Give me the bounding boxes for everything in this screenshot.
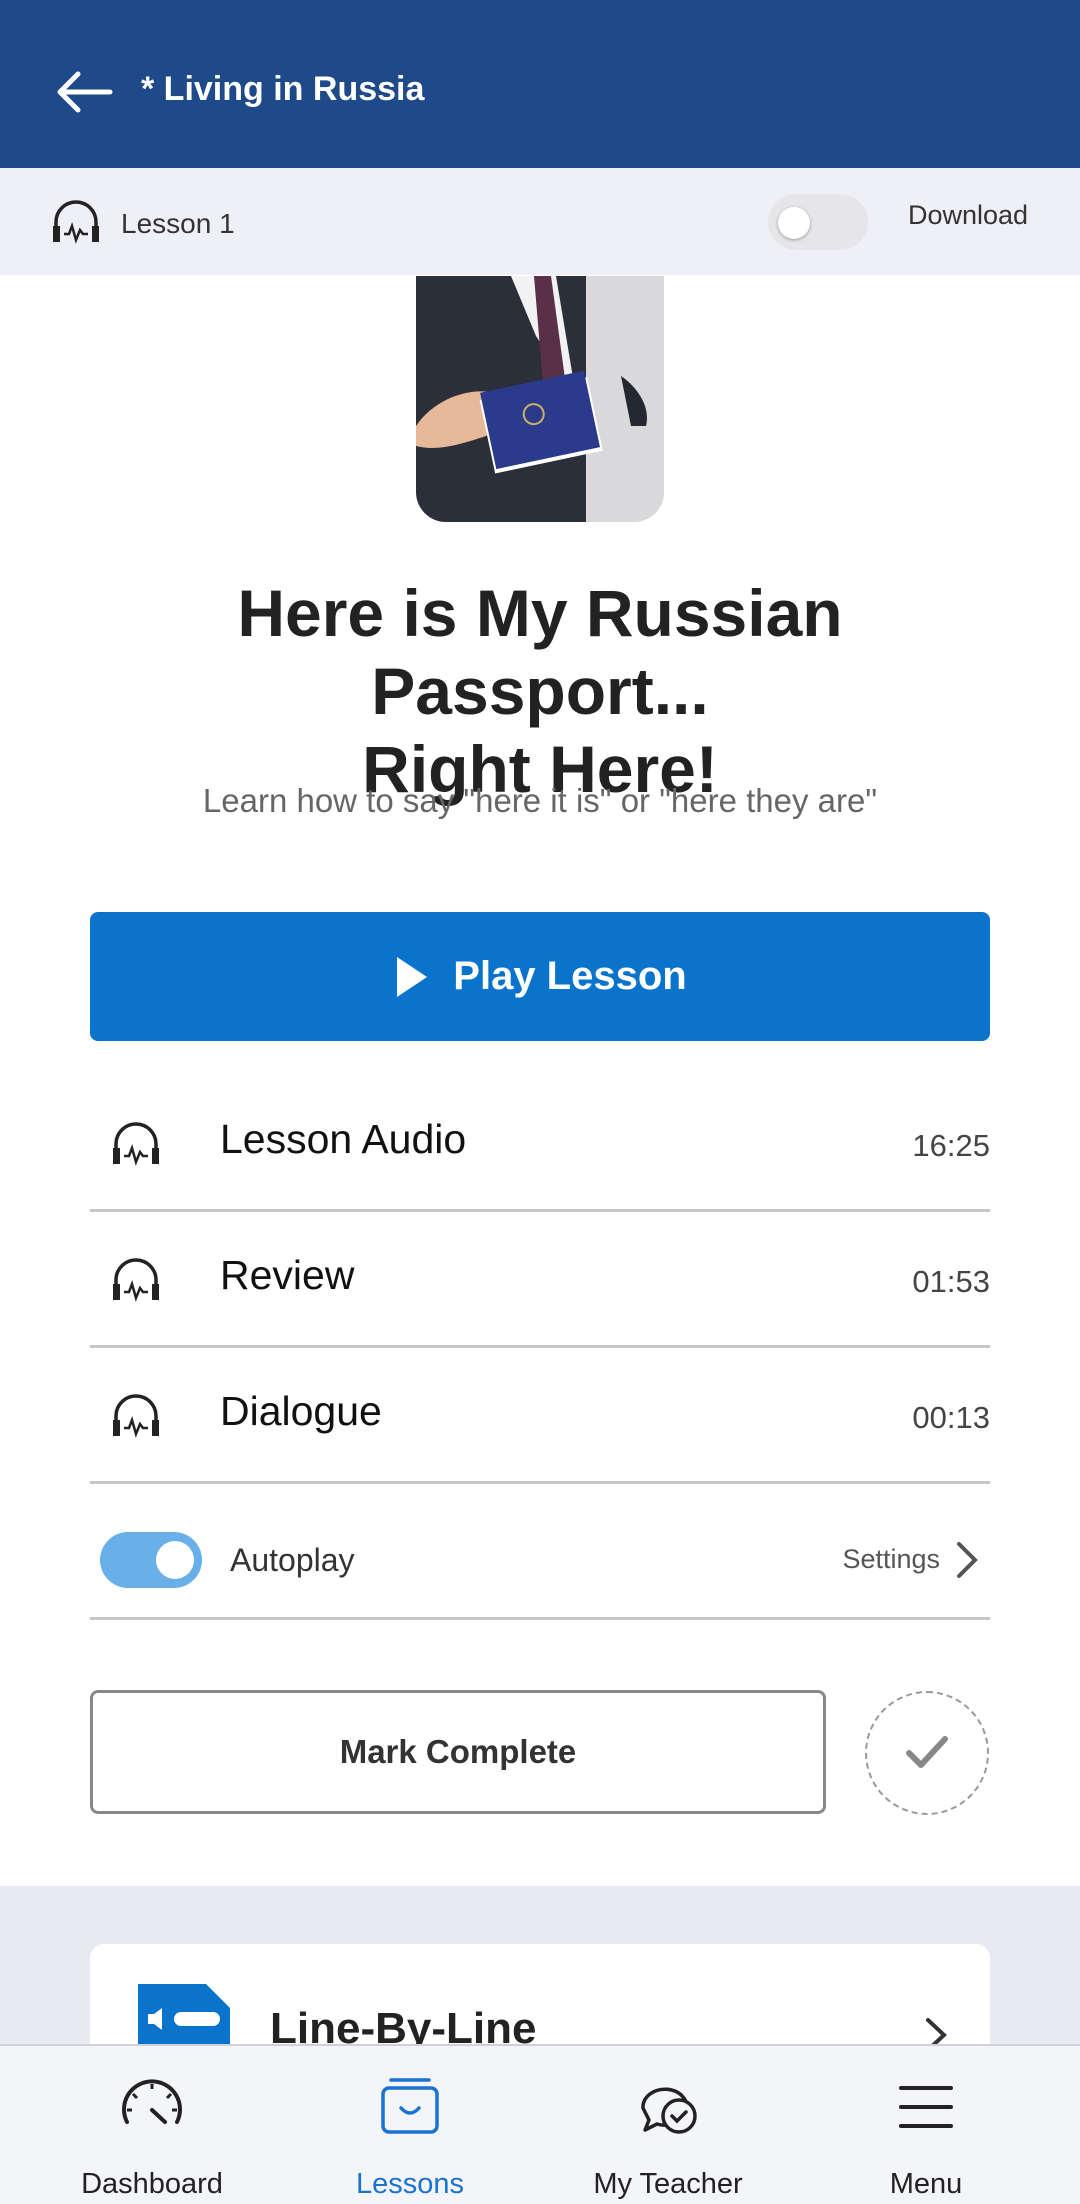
track-label: Dialogue [220, 1388, 382, 1434]
lesson-number: Lesson 1 [121, 208, 235, 239]
settings-link[interactable]: Settings [842, 1544, 940, 1575]
track-row-dialogue[interactable]: Dialogue 00:13 [90, 1348, 990, 1484]
lesson-title: Here is My Russian Passport... Right Her… [60, 574, 1020, 808]
chevron-right-icon[interactable] [954, 1540, 980, 1580]
nav-label: Dashboard [81, 2168, 223, 2200]
nav-menu[interactable]: Menu [791, 2046, 1061, 2204]
nav-my-teacher[interactable]: My Teacher [533, 2046, 803, 2204]
track-row-review[interactable]: Review 01:53 [90, 1212, 990, 1348]
lesson-thumbnail [416, 276, 664, 522]
lesson-subtitle: Learn how to say "here it is" or "here t… [202, 782, 878, 819]
nav-dashboard[interactable]: Dashboard [17, 2046, 287, 2204]
headphones-icon [113, 1122, 159, 1166]
track-label: Review [220, 1252, 355, 1298]
app-bar: * Living in Russia [0, 0, 1080, 168]
mark-complete-button[interactable]: Mark Complete [90, 1690, 826, 1814]
speedometer-icon [122, 2079, 182, 2124]
play-icon [397, 956, 428, 997]
back-arrow-icon[interactable] [54, 70, 114, 114]
nav-lessons[interactable]: Lessons [275, 2046, 545, 2204]
checkmark-icon [906, 1736, 948, 1768]
hamburger-icon [899, 2086, 953, 2128]
track-duration: 00:13 [912, 1400, 990, 1435]
headphones-icon [113, 1258, 159, 1302]
play-lesson-button[interactable]: Play Lesson [90, 912, 990, 1041]
autoplay-row: Autoplay Settings [90, 1484, 990, 1620]
headphones-icon [113, 1394, 159, 1438]
inbox-icon [381, 2078, 439, 2134]
download-label: Download [908, 200, 1029, 230]
lesson-title-line1: Here is My Russian Passport... [237, 576, 843, 728]
play-lesson-label: Play Lesson [453, 954, 687, 998]
track-list: Lesson Audio 16:25 Review 01:53 Dialogue… [90, 1076, 990, 1620]
autoplay-label: Autoplay [230, 1542, 355, 1578]
complete-check-button[interactable] [865, 1691, 989, 1815]
headphones-icon [53, 200, 99, 244]
track-duration: 01:53 [912, 1264, 990, 1299]
toggle-knob [778, 207, 810, 239]
download-toggle[interactable] [768, 194, 868, 250]
autoplay-toggle[interactable] [100, 1532, 202, 1588]
track-label: Lesson Audio [220, 1116, 467, 1162]
track-duration: 16:25 [912, 1128, 990, 1163]
nav-label: Menu [889, 2168, 963, 2200]
toggle-knob [156, 1541, 194, 1579]
nav-label: Lessons [355, 2168, 464, 2200]
nav-label: My Teacher [593, 2168, 743, 2200]
track-row-lesson-audio[interactable]: Lesson Audio 16:25 [90, 1076, 990, 1212]
chat-icon [641, 2087, 697, 2134]
page-title: * Living in Russia [141, 70, 425, 108]
bottom-nav: Dashboard Lessons My Teacher Menu [0, 2044, 1080, 2204]
